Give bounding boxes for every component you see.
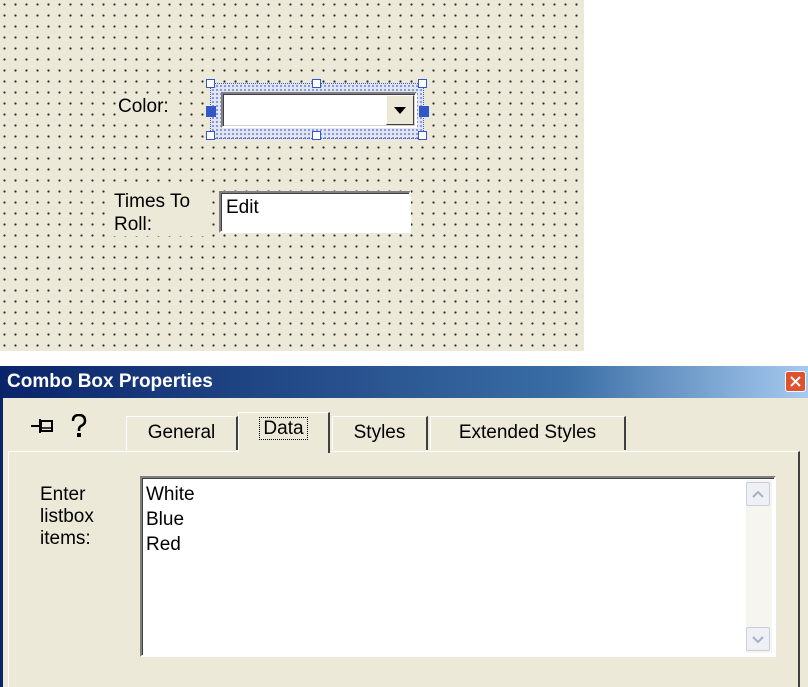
tab-data[interactable]: Data (238, 412, 330, 453)
color-combo-box[interactable] (221, 92, 417, 128)
enter-label-line1: Enter (40, 484, 86, 505)
resize-handle-top-left[interactable] (206, 79, 215, 88)
tab-general[interactable]: General (126, 416, 238, 450)
title-bar[interactable]: Combo Box Properties (0, 366, 808, 398)
resize-handle-top-right[interactable] (418, 79, 427, 88)
chevron-down-icon (394, 106, 406, 114)
dialog-toolbar (30, 414, 88, 438)
color-label[interactable]: Color: (116, 95, 171, 118)
times-to-roll-label[interactable]: Times To Roll: (112, 190, 208, 236)
list-item: Blue (146, 509, 185, 530)
times-label-line1: Times To (114, 191, 191, 212)
chevron-down-icon (752, 635, 764, 643)
resize-handle-bottom-left[interactable] (206, 131, 215, 140)
dialog-editor-canvas[interactable]: Color: Times To Roll: Edit (0, 0, 584, 351)
combo-box-properties-dialog: Combo Box Properties General Data Styles… (0, 366, 808, 687)
dialog-title: Combo Box Properties (7, 371, 213, 392)
close-button[interactable] (785, 371, 806, 392)
times-label-line2: Roll: (114, 214, 153, 235)
resize-handle-right[interactable] (419, 106, 429, 117)
resize-handle-bottom[interactable] (312, 131, 321, 140)
tab-general-label: General (147, 422, 216, 443)
vertical-scrollbar[interactable] (746, 480, 772, 653)
tab-styles[interactable]: Styles (332, 416, 428, 450)
listbox-items-textarea[interactable]: White Blue Red (140, 476, 776, 657)
resize-handle-top[interactable] (312, 79, 321, 88)
tab-styles-label: Styles (353, 422, 406, 443)
pushpin-icon[interactable] (30, 416, 56, 436)
tab-extended-styles[interactable]: Extended Styles (430, 416, 626, 450)
question-mark-icon[interactable] (70, 414, 88, 438)
close-icon (790, 376, 801, 387)
items-list: White Blue Red (146, 482, 195, 557)
combo-dropdown-button[interactable] (386, 95, 414, 125)
dialog-frame-left (0, 398, 3, 687)
enter-label-line3: items: (40, 528, 91, 549)
chevron-up-icon (752, 490, 764, 498)
list-item: Red (146, 534, 181, 555)
enter-label-line2: listbox (40, 506, 94, 527)
resize-handle-left[interactable] (206, 106, 216, 117)
list-item: White (146, 484, 195, 505)
times-to-roll-edit[interactable]: Edit (219, 191, 411, 233)
scroll-down-button[interactable] (746, 627, 770, 651)
tab-extended-styles-label: Extended Styles (458, 422, 597, 443)
resize-handle-bottom-right[interactable] (418, 131, 427, 140)
enter-listbox-items-label: Enter listbox items: (40, 484, 110, 550)
tab-data-label: Data (259, 417, 308, 440)
scroll-up-button[interactable] (746, 482, 770, 506)
